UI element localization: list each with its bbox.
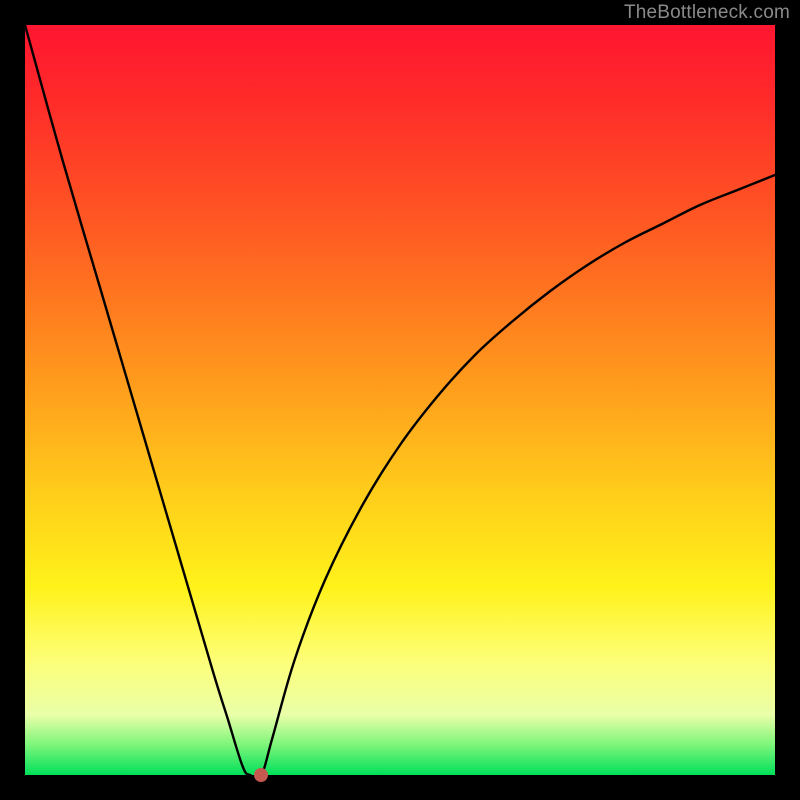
chart-frame: TheBottleneck.com (0, 0, 800, 800)
watermark-text: TheBottleneck.com (624, 2, 790, 24)
optimal-marker (254, 768, 268, 782)
bottleneck-curve (25, 25, 775, 775)
plot-area (25, 25, 775, 775)
curve-svg (25, 25, 775, 775)
